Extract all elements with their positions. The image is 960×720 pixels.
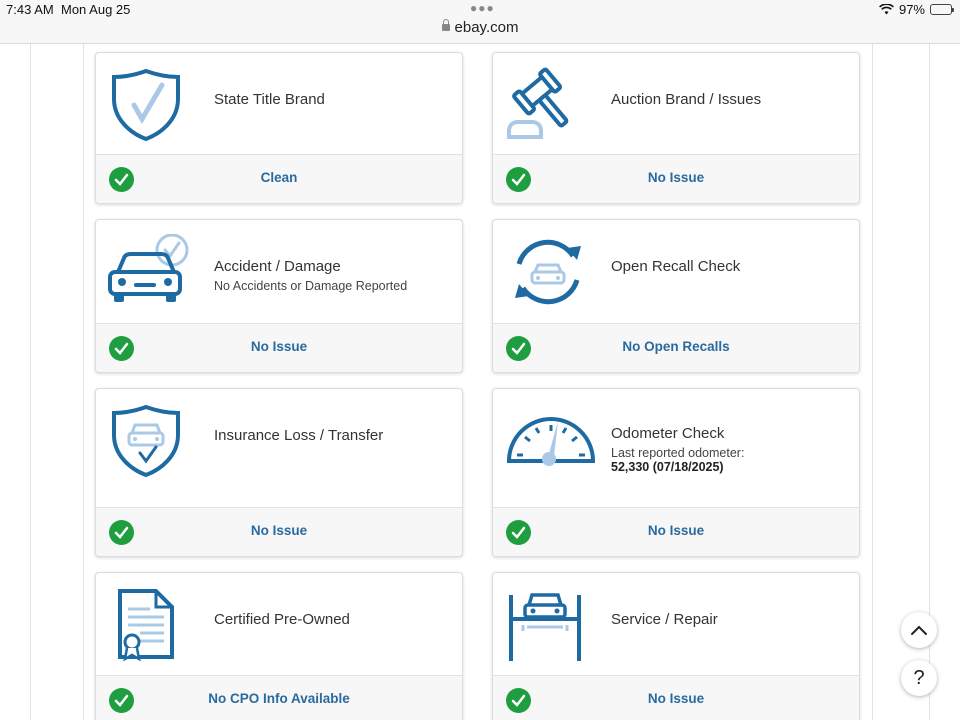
card-title: Auction Brand / Issues bbox=[611, 91, 762, 108]
insurance-shield-car-icon bbox=[106, 403, 206, 484]
card-text: Service / Repair bbox=[611, 611, 849, 628]
card-status: Clean bbox=[260, 170, 298, 185]
card-title: Service / Repair bbox=[611, 611, 718, 628]
card-status: No Issue bbox=[647, 691, 705, 706]
card-top: Service / Repair bbox=[493, 573, 859, 676]
shield-check-icon bbox=[106, 67, 206, 148]
status-time: 7:43 AM bbox=[6, 2, 54, 17]
battery-percent: 97% bbox=[898, 2, 925, 17]
multitask-dots-icon[interactable]: ●●● bbox=[470, 1, 495, 15]
check-card: State Title Brand Clean bbox=[95, 52, 463, 204]
card-text: Certified Pre-Owned bbox=[214, 611, 452, 628]
card-status: No Issue bbox=[647, 170, 705, 185]
card-title: Certified Pre-Owned bbox=[214, 611, 350, 628]
card-top: Accident / Damage No Accidents or Damage… bbox=[96, 220, 462, 324]
check-card: Odometer Check Last reported odometer: 5… bbox=[492, 388, 860, 557]
certificate-icon bbox=[106, 587, 206, 672]
card-status-row: No CPO Info Available bbox=[96, 676, 462, 720]
car-lift-icon bbox=[503, 587, 603, 672]
check-card: Service / Repair No Issue bbox=[492, 572, 860, 720]
card-text: Accident / Damage No Accidents or Damage… bbox=[214, 258, 452, 293]
card-status-row: Clean bbox=[96, 155, 462, 203]
card-top: Open Recall Check bbox=[493, 220, 859, 324]
card-top: Auction Brand / Issues bbox=[493, 53, 859, 155]
card-title: Insurance Loss / Transfer bbox=[214, 427, 384, 444]
card-top: Odometer Check Last reported odometer: 5… bbox=[493, 389, 859, 508]
card-title: Accident / Damage bbox=[214, 258, 341, 275]
card-status-row: No Issue bbox=[493, 155, 859, 203]
card-subtitle: No Accidents or Damage Reported bbox=[214, 279, 408, 293]
card-text: Insurance Loss / Transfer bbox=[214, 427, 452, 444]
check-card: Certified Pre-Owned No CPO Info Availabl… bbox=[95, 572, 463, 720]
gavel-icon bbox=[503, 67, 603, 148]
card-top: State Title Brand bbox=[96, 53, 462, 155]
scroll-to-top-button[interactable] bbox=[901, 612, 937, 648]
browser-status-bar: 7:43 AM Mon Aug 25 ●●● 97% ebay.com bbox=[0, 0, 960, 44]
card-status-row: No Issue bbox=[493, 676, 859, 720]
url-text: ebay.com bbox=[454, 19, 519, 36]
card-status-row: No Issue bbox=[493, 508, 859, 556]
help-label: ? bbox=[913, 666, 925, 689]
check-card: Accident / Damage No Accidents or Damage… bbox=[95, 219, 463, 373]
check-card: Auction Brand / Issues No Issue bbox=[492, 52, 860, 204]
status-right: 97% bbox=[879, 2, 954, 17]
card-text: Odometer Check Last reported odometer: 5… bbox=[611, 425, 849, 475]
help-button[interactable]: ? bbox=[901, 660, 937, 696]
card-status-row: No Open Recalls bbox=[493, 324, 859, 372]
card-title: State Title Brand bbox=[214, 91, 325, 108]
card-top: Certified Pre-Owned bbox=[96, 573, 462, 676]
card-status: No Issue bbox=[647, 523, 705, 538]
card-top: Insurance Loss / Transfer bbox=[96, 389, 462, 508]
address-bar[interactable]: ebay.com bbox=[0, 19, 960, 36]
status-date: Mon Aug 25 bbox=[61, 2, 131, 17]
chevron-up-icon bbox=[911, 625, 927, 635]
card-status: No CPO Info Available bbox=[208, 691, 350, 706]
battery-icon bbox=[930, 4, 954, 15]
card-status: No Open Recalls bbox=[622, 339, 730, 354]
odometer-icon bbox=[503, 403, 603, 484]
car-damage-icon bbox=[106, 233, 206, 315]
card-status: No Issue bbox=[250, 523, 308, 538]
card-status-row: No Issue bbox=[96, 508, 462, 556]
card-text: Auction Brand / Issues bbox=[611, 91, 849, 108]
card-text: Open Recall Check bbox=[611, 258, 849, 275]
card-odometer-value: 52,330 (07/18/2025) bbox=[611, 460, 724, 475]
card-text: State Title Brand bbox=[214, 91, 452, 108]
recall-cycle-icon bbox=[503, 234, 603, 315]
check-card: Open Recall Check No Open Recalls bbox=[492, 219, 860, 373]
wifi-icon bbox=[879, 4, 894, 15]
card-subtitle: Last reported odometer: bbox=[611, 446, 745, 460]
check-card: Insurance Loss / Transfer No Issue bbox=[95, 388, 463, 557]
card-title: Odometer Check bbox=[611, 425, 725, 442]
lock-icon bbox=[441, 19, 450, 31]
card-title: Open Recall Check bbox=[611, 258, 741, 275]
card-status-row: No Issue bbox=[96, 324, 462, 372]
card-status: No Issue bbox=[250, 339, 308, 354]
